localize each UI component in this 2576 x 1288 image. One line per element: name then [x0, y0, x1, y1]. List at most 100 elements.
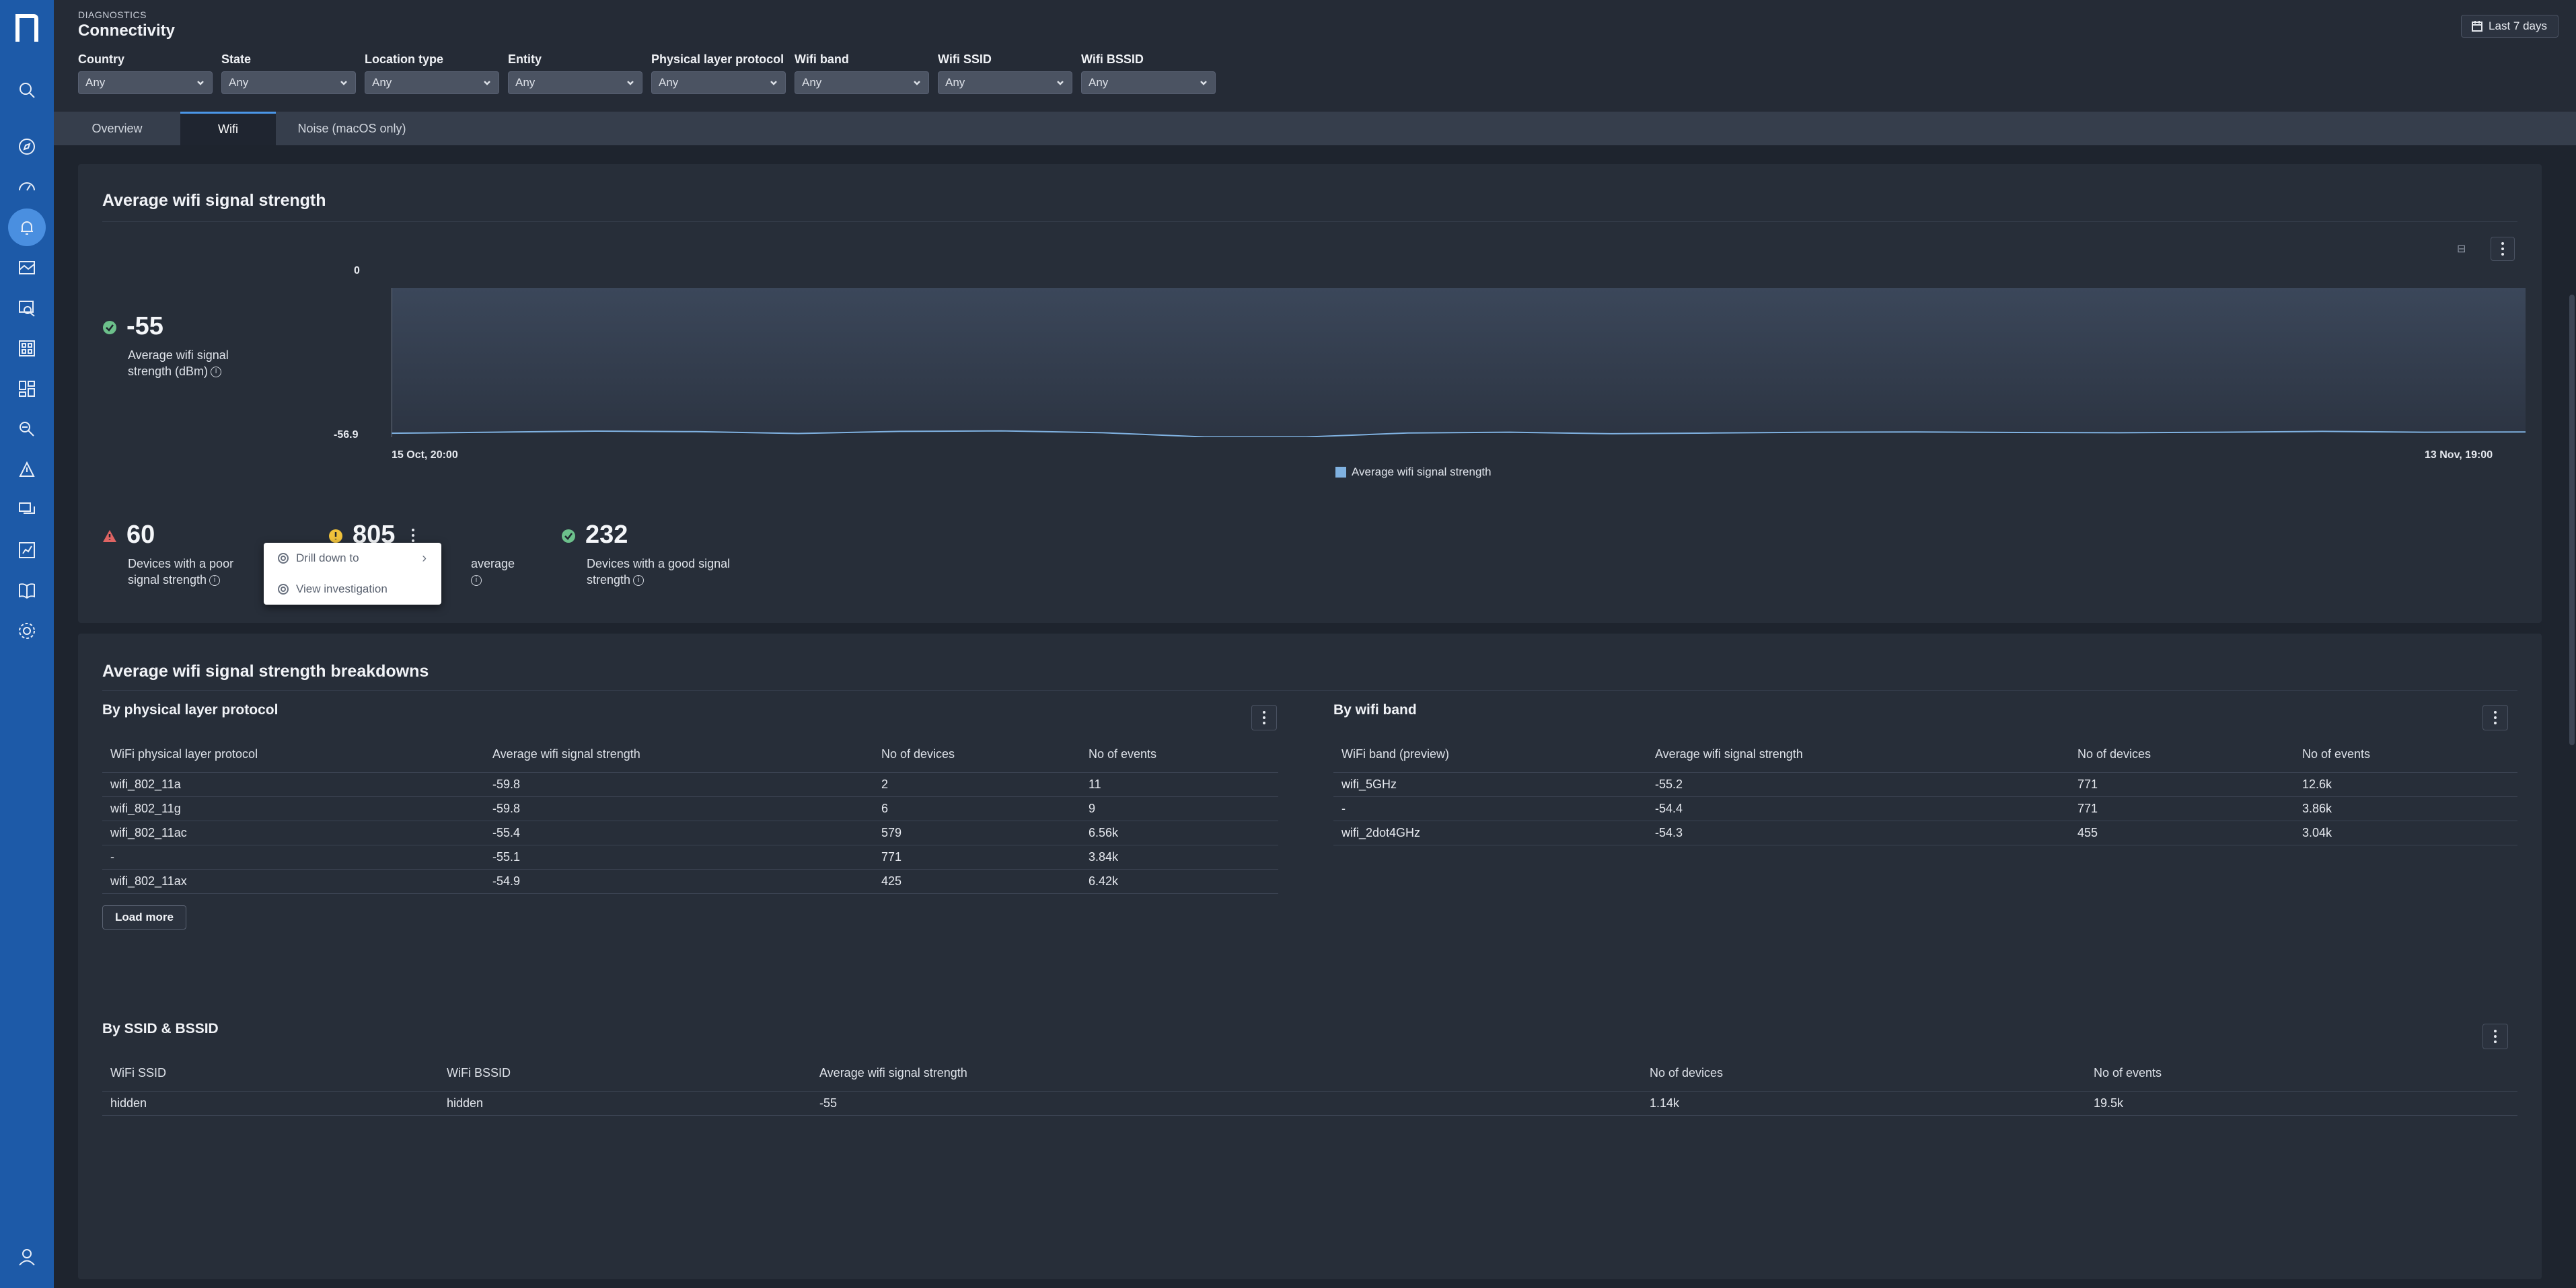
image-chart-icon[interactable] — [8, 249, 46, 287]
column-header[interactable]: WiFi band (preview) — [1333, 737, 1647, 773]
wifi-bssid-select[interactable]: Any — [1081, 71, 1216, 94]
table-cell: - — [102, 845, 484, 870]
apps-icon[interactable] — [8, 330, 46, 367]
state-select[interactable]: Any — [221, 71, 356, 94]
user-icon[interactable] — [8, 1238, 46, 1276]
kpi-average-label: average i — [471, 556, 515, 588]
filter-label: Wifi SSID — [938, 52, 992, 66]
table-row[interactable]: wifi_802_11a -59.8 2 11 — [102, 772, 1278, 797]
investigate-icon[interactable] — [8, 289, 46, 327]
table-cell: hidden — [439, 1091, 811, 1116]
column-header[interactable]: WiFi physical layer protocol — [102, 737, 484, 773]
logo-icon[interactable] — [13, 12, 40, 44]
scrollbar[interactable] — [2569, 295, 2575, 745]
chart-menu-button[interactable] — [2491, 237, 2515, 261]
info-icon[interactable]: i — [209, 575, 221, 586]
kpi-poor-value: 60 — [126, 521, 155, 549]
protocol-select[interactable]: Any — [651, 71, 786, 94]
column-header[interactable]: No of events — [2086, 1056, 2517, 1092]
table-cell: 3.84k — [1080, 845, 1278, 870]
select-value: Any — [372, 76, 392, 89]
location-type-select[interactable]: Any — [365, 71, 499, 94]
menu-item-view-investigation[interactable]: View investigation — [264, 574, 441, 605]
table-row[interactable]: - -55.1 771 3.84k — [102, 845, 1278, 870]
divider — [102, 690, 2517, 691]
filter-label: State — [221, 52, 252, 66]
table-cell: -59.8 — [484, 772, 873, 797]
column-header[interactable]: Average wifi signal strength — [1647, 737, 2069, 773]
chevron-down-icon — [914, 81, 920, 85]
book-icon[interactable] — [8, 572, 46, 609]
table-row[interactable]: wifi_802_11g -59.8 6 9 — [102, 796, 1278, 821]
column-header[interactable]: No of devices — [873, 737, 1080, 773]
kpi-more-icon[interactable] — [412, 529, 414, 542]
table-row[interactable]: wifi_802_11ax -54.9 425 6.42k — [102, 869, 1278, 894]
table-row[interactable]: hidden hidden -55 1.14k 19.5k — [102, 1091, 2517, 1116]
table-header-row: WiFi band (preview) Average wifi signal … — [1333, 737, 2517, 773]
tab-noise[interactable]: Noise (macOS only) — [276, 112, 428, 145]
column-header[interactable]: No of events — [1080, 737, 1278, 773]
tab-overview[interactable]: Overview — [54, 112, 180, 145]
chevron-down-icon — [627, 81, 634, 85]
ssid-table: WiFi SSID WiFi BSSID Average wifi signal… — [102, 1056, 2517, 1116]
column-header[interactable]: No of devices — [1642, 1056, 2086, 1092]
table-cell: wifi_802_11ac — [102, 821, 484, 845]
column-header[interactable]: WiFi BSSID — [439, 1056, 811, 1092]
column-header[interactable]: Average wifi signal strength — [484, 737, 873, 773]
search-icon[interactable] — [8, 71, 46, 109]
main-content: Average wifi signal strength ⊟ -55 Avera… — [54, 145, 2576, 1288]
table-row[interactable]: wifi_802_11ac -55.4 579 6.56k — [102, 821, 1278, 845]
date-range-button[interactable]: Last 7 days — [2461, 15, 2559, 38]
gear-icon[interactable] — [8, 612, 46, 650]
table-row[interactable]: wifi_5GHz -55.2 771 12.6k — [1333, 772, 2517, 797]
label-line: Devices with a good signal — [587, 557, 731, 570]
gauge-icon[interactable] — [8, 168, 46, 206]
chevron-down-icon — [340, 81, 347, 85]
dashboard-icon[interactable] — [8, 370, 46, 408]
signal-area-chart[interactable] — [392, 288, 2526, 437]
info-icon[interactable]: i — [633, 575, 645, 586]
table-cell: -55.1 — [484, 845, 873, 870]
entity-select[interactable]: Any — [508, 71, 642, 94]
table-row[interactable]: - -54.4 771 3.86k — [1333, 796, 2517, 821]
country-select[interactable]: Any — [78, 71, 213, 94]
chevron-down-icon — [197, 81, 204, 85]
label-line: Devices with a poor — [128, 557, 234, 570]
menu-item-drill-down[interactable]: Drill down to › — [264, 543, 441, 574]
breadcrumb[interactable]: DIAGNOSTICS — [78, 9, 147, 20]
label-line: signal strength — [128, 573, 207, 586]
column-header[interactable]: No of devices — [2069, 737, 2294, 773]
table-cell: wifi_802_11g — [102, 796, 484, 821]
kebab-icon — [2494, 1030, 2497, 1043]
diagnostics-icon[interactable] — [8, 410, 46, 448]
table-row[interactable]: wifi_2dot4GHz -54.3 455 3.04k — [1333, 821, 2517, 845]
chevron-down-icon — [1200, 81, 1207, 85]
table-cell: -55.2 — [1647, 772, 2069, 797]
column-header[interactable]: Average wifi signal strength — [811, 1056, 1642, 1092]
load-more-button[interactable]: Load more — [102, 905, 186, 930]
label-line: Average wifi signal — [128, 348, 229, 362]
bell-icon[interactable] — [8, 209, 46, 246]
chart-legend[interactable]: Average wifi signal strength — [1335, 465, 1492, 479]
menu-item-label: View investigation — [296, 582, 388, 595]
ssid-menu-button[interactable] — [2482, 1024, 2508, 1049]
x-axis-start-label: 15 Oct, 20:00 — [392, 449, 458, 461]
alert-circle-icon — [329, 529, 342, 543]
column-header[interactable]: WiFi SSID — [102, 1056, 439, 1092]
card-title: Average wifi signal strength — [102, 191, 326, 210]
chat-icon[interactable] — [8, 491, 46, 529]
check-circle-icon — [562, 529, 575, 543]
reports-icon[interactable] — [8, 531, 46, 569]
wifi-ssid-select[interactable]: Any — [938, 71, 1072, 94]
wifi-band-select[interactable]: Any — [795, 71, 929, 94]
filter-wifi-bssid: Wifi BSSID Any — [1081, 52, 1216, 94]
band-menu-button[interactable] — [2482, 705, 2508, 730]
info-icon[interactable]: i — [471, 575, 482, 586]
protocol-menu-button[interactable] — [1251, 705, 1277, 730]
export-icon[interactable]: ⊟ — [2457, 242, 2466, 256]
column-header[interactable]: No of events — [2294, 737, 2517, 773]
remote-actions-icon[interactable] — [8, 451, 46, 488]
tab-wifi[interactable]: Wifi — [180, 112, 276, 145]
compass-icon[interactable] — [8, 128, 46, 165]
info-icon[interactable]: i — [211, 367, 222, 378]
